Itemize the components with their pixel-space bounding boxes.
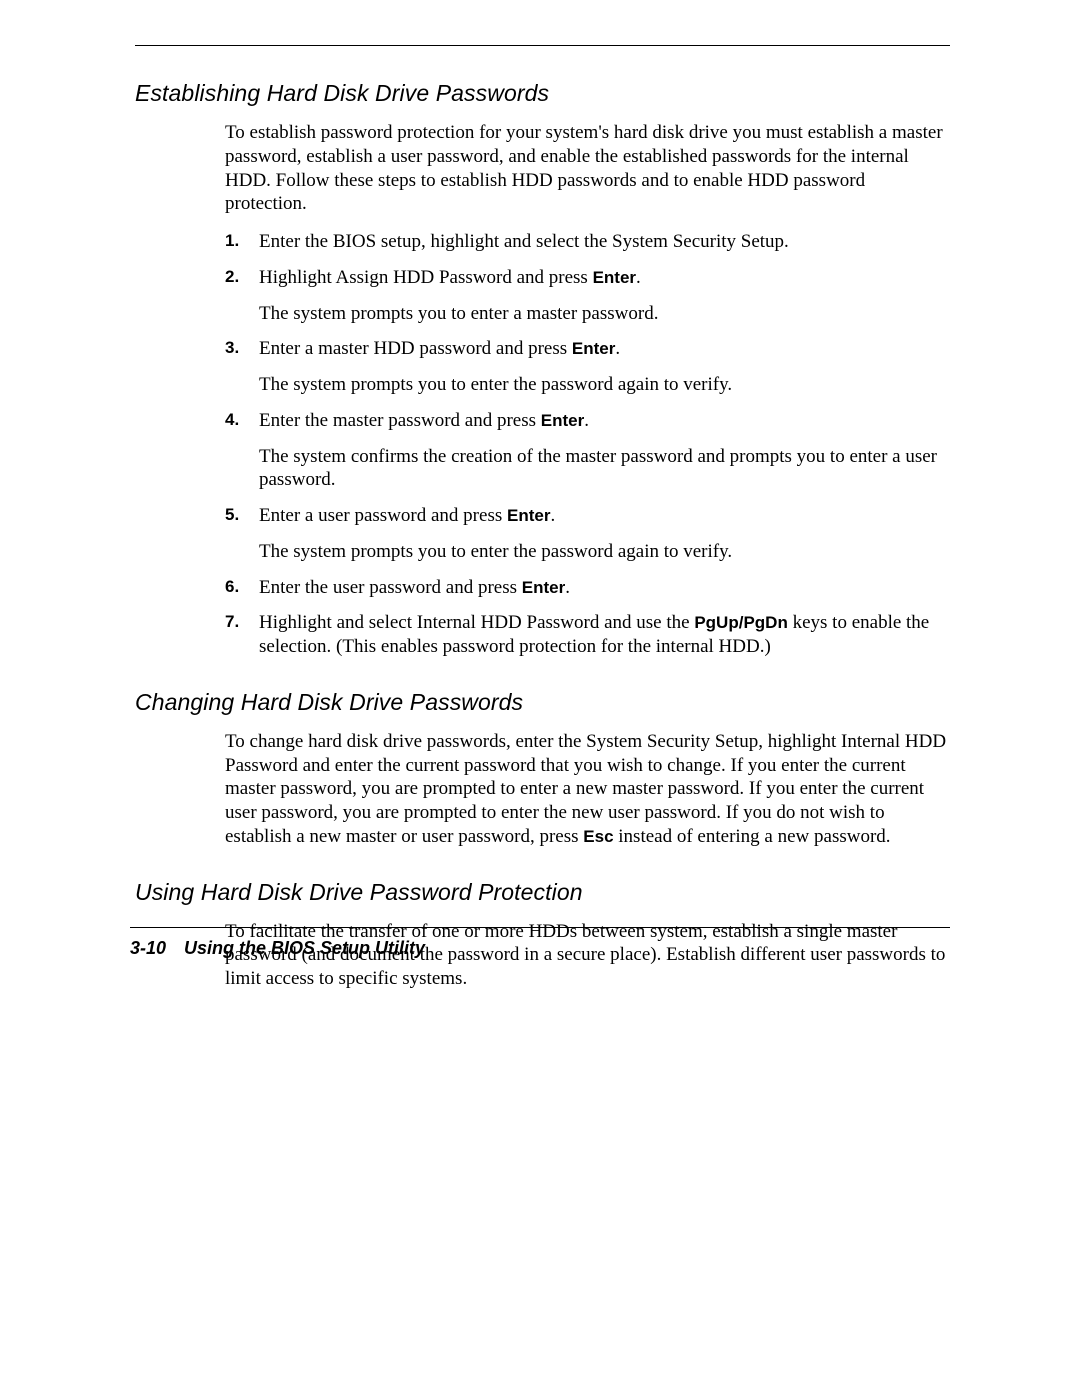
bold-key: Enter [593, 268, 636, 287]
text-run: Enter the master password and press [259, 410, 541, 431]
bold-key: Enter [522, 578, 565, 597]
body-paragraph: To change hard disk drive passwords, ent… [225, 730, 950, 849]
step-line: Enter the master password and press Ente… [259, 409, 950, 433]
text-run: Enter a master HDD password and press [259, 338, 572, 359]
text-run: Enter the user password and press [259, 577, 522, 598]
text-run: Enter the BIOS setup, highlight and sele… [259, 231, 789, 252]
page-number: 3-10 [130, 938, 166, 958]
section-changing: Changing Hard Disk Drive Passwords To ch… [135, 689, 950, 849]
document-page: Establishing Hard Disk Drive Passwords T… [0, 0, 1080, 1397]
top-rule [135, 45, 950, 46]
section-heading: Using Hard Disk Drive Password Protectio… [135, 879, 950, 906]
step-item: 6. Enter the user password and press Ente… [225, 576, 950, 600]
bold-key: Enter [572, 339, 615, 358]
text-run: The system prompts you to enter the pass… [259, 541, 732, 562]
step-line: Highlight and select Internal HDD Passwo… [259, 611, 950, 659]
intro-paragraph: To establish password protection for you… [225, 121, 950, 216]
bold-key: Enter [507, 506, 550, 525]
step-number: 5. [225, 504, 239, 525]
bold-key: PgDn [743, 613, 787, 632]
section-establishing: Establishing Hard Disk Drive Passwords T… [135, 80, 950, 659]
step-item: 1. Enter the BIOS setup, highlight and se… [225, 230, 950, 254]
step-number: 7. [225, 611, 239, 632]
step-body: Highlight Assign HDD Password and press … [259, 266, 950, 326]
text-run: Highlight and select Internal HDD Passwo… [259, 612, 694, 633]
text-run: . [615, 338, 620, 359]
step-number: 3. [225, 337, 239, 358]
text-run: The system prompts you to enter a master… [259, 303, 658, 324]
step-line: The system prompts you to enter a master… [259, 302, 950, 326]
step-line: Enter the user password and press Enter. [259, 576, 950, 600]
footer-title: Using the BIOS Setup Utility [184, 938, 425, 958]
step-line: Enter the BIOS setup, highlight and sele… [259, 230, 950, 254]
text-run: . [584, 410, 589, 431]
footer-text: 3-10 Using the BIOS Setup Utility [130, 938, 950, 959]
step-item: 7. Highlight and select Internal HDD Pass… [225, 611, 950, 659]
steps-list: 1. Enter the BIOS setup, highlight and se… [225, 230, 950, 659]
step-body: Enter the master password and press Ente… [259, 409, 950, 492]
text-run: . [636, 267, 641, 288]
step-body: Enter the user password and press Enter. [259, 576, 950, 600]
step-line: Enter a user password and press Enter. [259, 504, 950, 528]
text-run: . [550, 505, 555, 526]
step-line: The system confirms the creation of the … [259, 445, 950, 493]
step-body: Highlight and select Internal HDD Passwo… [259, 611, 950, 659]
section-body: To establish password protection for you… [225, 121, 950, 659]
section-body: To change hard disk drive passwords, ent… [225, 730, 950, 849]
step-number: 4. [225, 409, 239, 430]
step-item: 2. Highlight Assign HDD Password and pres… [225, 266, 950, 326]
text-run: The system prompts you to enter the pass… [259, 374, 732, 395]
page-footer: 3-10 Using the BIOS Setup Utility [130, 927, 950, 959]
step-item: 5. Enter a user password and press Enter.… [225, 504, 950, 564]
step-body: Enter a master HDD password and press En… [259, 337, 950, 397]
bold-key: PgUp [694, 613, 738, 632]
text-run: . [565, 577, 570, 598]
section-heading: Changing Hard Disk Drive Passwords [135, 689, 950, 716]
text-run: The system confirms the creation of the … [259, 446, 937, 491]
text-run: Enter a user password and press [259, 505, 507, 526]
step-item: 4. Enter the master password and press En… [225, 409, 950, 492]
step-body: Enter a user password and press Enter. Th… [259, 504, 950, 564]
step-number: 6. [225, 576, 239, 597]
text-run: instead of entering a new password. [614, 826, 891, 847]
step-number: 1. [225, 230, 239, 251]
step-body: Enter the BIOS setup, highlight and sele… [259, 230, 950, 254]
step-item: 3. Enter a master HDD password and press … [225, 337, 950, 397]
step-line: The system prompts you to enter the pass… [259, 373, 950, 397]
step-number: 2. [225, 266, 239, 287]
bottom-rule [130, 927, 950, 928]
step-line: Enter a master HDD password and press En… [259, 337, 950, 361]
bold-key: Enter [541, 411, 584, 430]
text-run: Highlight Assign HDD Password and press [259, 267, 593, 288]
step-line: Highlight Assign HDD Password and press … [259, 266, 950, 290]
section-heading: Establishing Hard Disk Drive Passwords [135, 80, 950, 107]
bold-key: Esc [583, 827, 613, 846]
step-line: The system prompts you to enter the pass… [259, 540, 950, 564]
